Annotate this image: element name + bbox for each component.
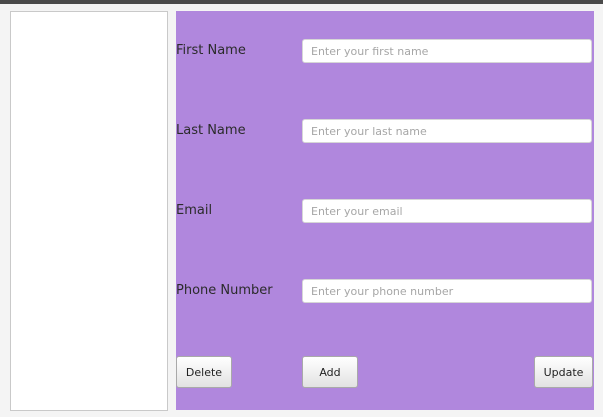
first-name-input[interactable] — [302, 39, 592, 63]
first-name-label: First Name — [176, 43, 246, 58]
delete-button[interactable]: Delete — [176, 356, 232, 388]
last-name-input[interactable] — [302, 119, 592, 143]
phone-number-input[interactable] — [302, 279, 592, 303]
email-label: Email — [176, 203, 213, 218]
window-top-edge — [0, 0, 603, 4]
add-button[interactable]: Add — [302, 356, 358, 388]
last-name-label: Last Name — [176, 123, 246, 138]
update-button[interactable]: Update — [534, 356, 593, 388]
contacts-list[interactable] — [10, 11, 168, 411]
contact-form: First Name Last Name Email Phone Number … — [176, 11, 594, 410]
phone-number-label: Phone Number — [176, 283, 273, 298]
email-input[interactable] — [302, 199, 592, 223]
